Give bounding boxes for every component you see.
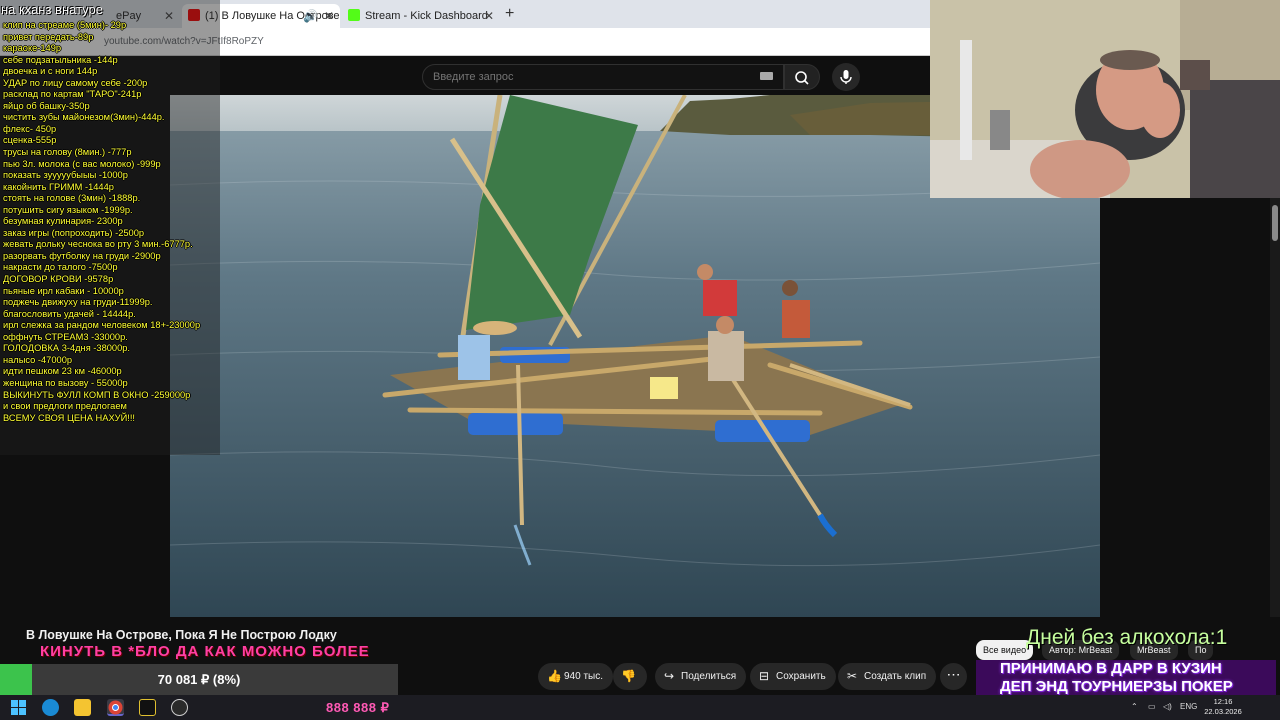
clock-time: 12:16: [1213, 697, 1233, 706]
promo-line-1: ПРИНИМАЮ В ДАРР В КУЗИН: [1000, 660, 1222, 677]
dislike-button[interactable]: 👎: [613, 663, 647, 690]
price-item: и свои предлоги предлогаем: [3, 401, 127, 412]
mic-icon: [840, 70, 852, 84]
clock-date: 22.03.2026: [1204, 707, 1242, 716]
promo-line-2: ДЕП ЭНД ТОУРНИЕРЗЫ ПОКЕР: [1000, 678, 1233, 695]
share-icon: ↪: [664, 669, 675, 683]
price-item: пью 3л. молока (с вас молоко) -999р: [3, 158, 161, 169]
bookmark-icon: ⊟: [759, 669, 770, 683]
price-item: идти пешком 23 км -46000р: [3, 366, 122, 377]
more-actions-button[interactable]: ⋯: [940, 663, 967, 690]
donation-ticker: КИНУТЬ В *БЛО ДА КАК МОЖНО БОЛЕЕ: [40, 643, 370, 660]
video-title: В Ловушке На Острове, Пока Я Не Построю …: [26, 628, 337, 642]
price-item: привет передать-89р: [3, 31, 94, 42]
price-item: трусы на голову (8мин.) -777р: [3, 147, 132, 158]
price-item: какойнить ГРИММ -1444р: [3, 181, 114, 192]
donation-goal-text: 70 081 ₽ (8%): [157, 672, 241, 687]
edge-icon[interactable]: [42, 699, 59, 716]
app-icon[interactable]: [139, 699, 156, 716]
price-item: накрасти до талого -7500р: [3, 262, 118, 273]
language-indicator[interactable]: ENG: [1180, 702, 1197, 711]
close-tab-icon[interactable]: ✕: [324, 4, 334, 28]
webcam-image: [930, 0, 1280, 198]
price-item: яйцо об башку-350р: [3, 100, 90, 111]
price-item: ирл слежка за рандом человеком 18+-23000…: [3, 320, 201, 331]
keyboard-icon[interactable]: [760, 72, 773, 80]
clip-label: Создать клип: [864, 671, 927, 682]
price-item: ГОЛОДОВКА 3-4дня -38000р.: [3, 343, 131, 354]
price-item: налысо -47000р: [3, 354, 73, 365]
screen: ePay ✕ (1) В Ловушке На Острове 🔊 ✕ Stre…: [0, 0, 1280, 720]
price-item: женщина по вызову - 55000р: [3, 377, 128, 388]
taskbar: [0, 695, 1280, 720]
network-icon[interactable]: ▭: [1148, 702, 1156, 711]
price-item: оффнуть СТРЕАМ3 -33000р.: [3, 331, 128, 342]
price-item: расклад по картам "ТАРО"-241р: [3, 89, 142, 100]
obs-icon[interactable]: [171, 699, 188, 716]
tab-kick-dashboard[interactable]: Stream - Kick Dashboard ✕: [342, 4, 500, 28]
save-button[interactable]: ⊟ Сохранить: [750, 663, 836, 690]
donation-price-list: клип на стреаме (5мин)- 29р привет переда…: [3, 20, 233, 424]
right-sidebar: [1100, 198, 1270, 618]
price-item: заказ игры (попроходить) -2500р: [3, 227, 145, 238]
like-button[interactable]: 👍 940 тыс.: [538, 663, 614, 690]
price-item: чистить зубы майонезом(3мин)-444р.: [3, 112, 165, 123]
chrome-icon[interactable]: [107, 699, 124, 716]
price-item: клип на стреаме (5мин)- 29р: [3, 20, 127, 30]
create-clip-button[interactable]: ✂ Создать клип: [838, 663, 937, 690]
price-item: безумная кулинария- 2300р: [3, 216, 123, 227]
price-item: пьяные ирл кабаки - 10000р: [3, 285, 124, 296]
page-scrollbar[interactable]: [1270, 198, 1280, 618]
overlay-title: на кханз внатуре: [1, 2, 103, 17]
voice-search-button[interactable]: [832, 63, 860, 91]
price-item: ВЫКИНУТЬ ФУЛЛ КОМП В ОКНО -259000р: [3, 389, 191, 400]
price-item: УДАР по лицу самому себе -200р: [3, 77, 148, 88]
price-item: потушить сигу языком -1999р.: [3, 204, 133, 215]
share-label: Поделиться: [681, 671, 737, 682]
close-tab-icon[interactable]: ✕: [484, 4, 494, 28]
start-icon[interactable]: [10, 699, 27, 716]
scissors-icon: ✂: [847, 669, 858, 683]
price-item: ВСЕМУ СВОЯ ЦЕНА НАХУЙ!!!: [3, 412, 135, 423]
more-icon: ⋯: [946, 666, 961, 682]
price-item: ДОГОВОР КРОВИ -9578р: [3, 274, 114, 285]
price-item: показать зууууубыыы -1000р: [3, 170, 128, 181]
money-counter: 888 888 ₽: [326, 700, 390, 715]
save-label: Сохранить: [776, 671, 826, 682]
kick-favicon-icon: [348, 9, 360, 21]
scrollbar-thumb[interactable]: [1272, 205, 1278, 241]
price-item: жевать дольку чеснока во рту 3 мин.-6777…: [3, 239, 193, 250]
price-item: сценка-555р: [3, 135, 57, 146]
explorer-icon[interactable]: [74, 699, 91, 716]
share-button[interactable]: ↪ Поделиться: [655, 663, 747, 690]
price-item: караоке-149р: [3, 43, 62, 54]
price-item: двоечка и с ноги 144р: [3, 66, 98, 77]
price-item: флекс- 450р: [3, 123, 57, 134]
tab-label: Stream - Kick Dashboard: [365, 10, 488, 22]
tray-chevron-icon[interactable]: ⌃: [1131, 702, 1138, 711]
days-without-alcohol: Дней без алкохола:1: [1026, 626, 1228, 649]
search-icon: [795, 71, 809, 85]
volume-icon[interactable]: ◁): [1163, 702, 1172, 711]
like-count: 940 тыс.: [564, 671, 604, 682]
thumbs-up-icon: 👍: [547, 669, 562, 683]
search-input[interactable]: [422, 64, 784, 90]
clock[interactable]: 12:16 22.03.2026: [1203, 697, 1243, 717]
thumbs-down-icon: 👎: [621, 669, 636, 683]
price-item: благословить удачей - 14444р.: [3, 308, 136, 319]
new-tab-icon[interactable]: +: [505, 4, 514, 24]
chip-all-videos[interactable]: Все видео: [976, 640, 1034, 660]
price-item: себе подзатыльника -144р: [3, 54, 118, 65]
price-item: разорвать футболку на груди -2900р: [3, 250, 161, 261]
price-item: поджечь движуху на груди-11999р.: [3, 297, 153, 308]
webcam-feed: [930, 0, 1280, 198]
speaker-icon[interactable]: 🔊: [303, 4, 318, 28]
price-item: стоять на голове (3мин) -1888р.: [3, 193, 141, 204]
search-button[interactable]: [784, 64, 820, 90]
